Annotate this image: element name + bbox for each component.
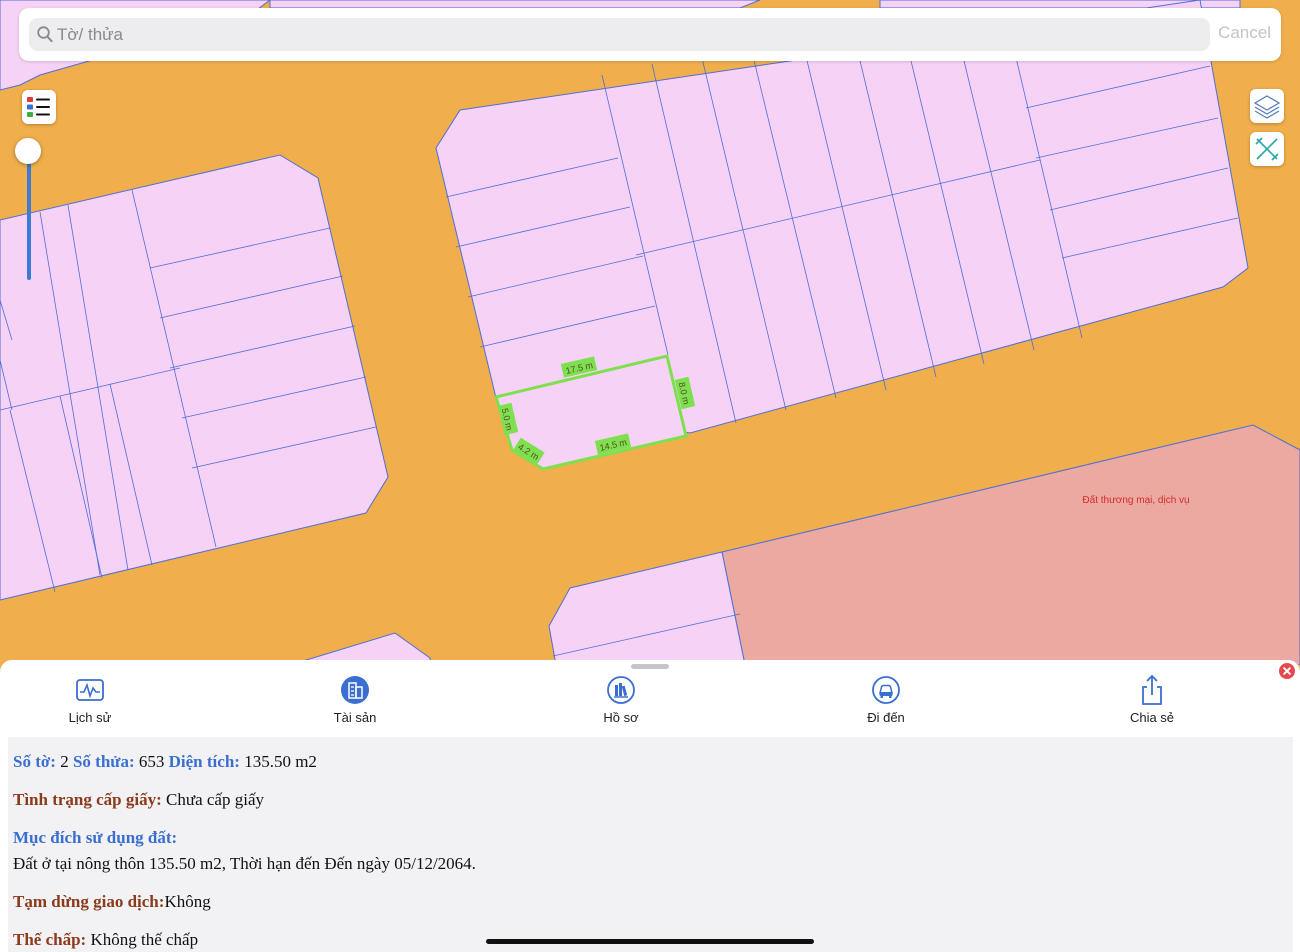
directions-label: Đi đến [867, 710, 905, 725]
search-icon [37, 26, 53, 43]
legend-button[interactable] [22, 90, 56, 124]
suspension-row: Tạm dừng giao dịch:Không [13, 892, 211, 912]
records-button[interactable]: Hồ sơ [556, 674, 686, 725]
car-icon [872, 676, 900, 704]
area-value: 135.50 m2 [244, 752, 317, 771]
building-icon [341, 676, 369, 704]
parcel-details: Số tờ: 2 Số thửa: 653 Diện tích: 135.50 … [8, 737, 1293, 952]
transaction-suspension-value: Không [164, 892, 211, 911]
mortgage-value: Không thế chấp [90, 930, 199, 949]
sheet-drag-handle[interactable] [631, 664, 669, 669]
plot-number-label: Số thửa: [72, 752, 135, 771]
assets-button[interactable]: Tài sản [290, 674, 420, 725]
certificate-status-value: Chưa cấp giấy [166, 790, 264, 809]
directions-button[interactable]: Đi đến [821, 674, 951, 725]
search-field-container[interactable] [29, 18, 1210, 51]
history-icon [76, 679, 104, 701]
land-use-label: Mục đích sử dụng đất: [13, 828, 178, 847]
action-bar: Lịch sử Tài sản Hồ sơ Đi đến Chia sẻ [0, 674, 1300, 734]
land-use-row: Đất ở tại nông thôn 135.50 m2, Thời hạn … [13, 854, 476, 874]
search-bar: Cancel [19, 8, 1281, 61]
cancel-button[interactable]: Cancel [1218, 23, 1271, 43]
plot-number-value: 653 [138, 752, 165, 771]
transaction-suspension-label: Tạm dừng giao dịch: [13, 892, 165, 911]
land-block[interactable] [269, 0, 761, 9]
land-map[interactable]: Đất thương mại, dịch vụ 17.5 m 8.0 m 14.… [0, 0, 1300, 665]
layers-icon [1253, 95, 1281, 119]
share-label: Chia sẻ [1129, 710, 1175, 725]
records-label: Hồ sơ [603, 710, 639, 725]
zone-label: Đất thương mại, dịch vụ [1082, 494, 1189, 506]
records-icon [607, 676, 635, 704]
measure-icon [1255, 137, 1279, 161]
sheet-number-value: 2 [60, 752, 69, 771]
parcel-id-row: Số tờ: 2 Số thửa: 653 Diện tích: 135.50 … [13, 752, 317, 772]
legend-icon [27, 97, 50, 117]
assets-label: Tài sản [333, 710, 377, 725]
zoom-slider-track[interactable] [27, 152, 31, 280]
certificate-row: Tình trạng cấp giấy: Chưa cấp giấy [13, 790, 264, 810]
land-use-heading-row: Mục đích sử dụng đất: [13, 828, 177, 848]
home-indicator [486, 939, 814, 944]
search-input[interactable] [57, 18, 1197, 51]
measure-tool-button[interactable] [1250, 132, 1284, 166]
zoom-slider-handle[interactable] [15, 138, 41, 164]
history-label: Lịch sử [68, 710, 112, 725]
history-button[interactable]: Lịch sử [25, 674, 155, 725]
mortgage-label: Thế chấp: [13, 930, 87, 949]
certificate-status-label: Tình trạng cấp giấy: [13, 790, 162, 809]
area-label: Diện tích: [168, 752, 240, 771]
mortgage-row: Thế chấp: Không thế chấp [13, 930, 198, 950]
share-button[interactable]: Chia sẻ [1087, 674, 1217, 725]
share-icon [1142, 674, 1162, 705]
layers-button[interactable] [1250, 89, 1284, 123]
sheet-number-label: Số tờ: [13, 752, 56, 771]
parcel-info-sheet: Lịch sử Tài sản Hồ sơ Đi đến Chia sẻ Số … [0, 660, 1300, 952]
land-use-value: Đất ở tại nông thôn 135.50 m2, Thời hạn … [13, 854, 476, 873]
